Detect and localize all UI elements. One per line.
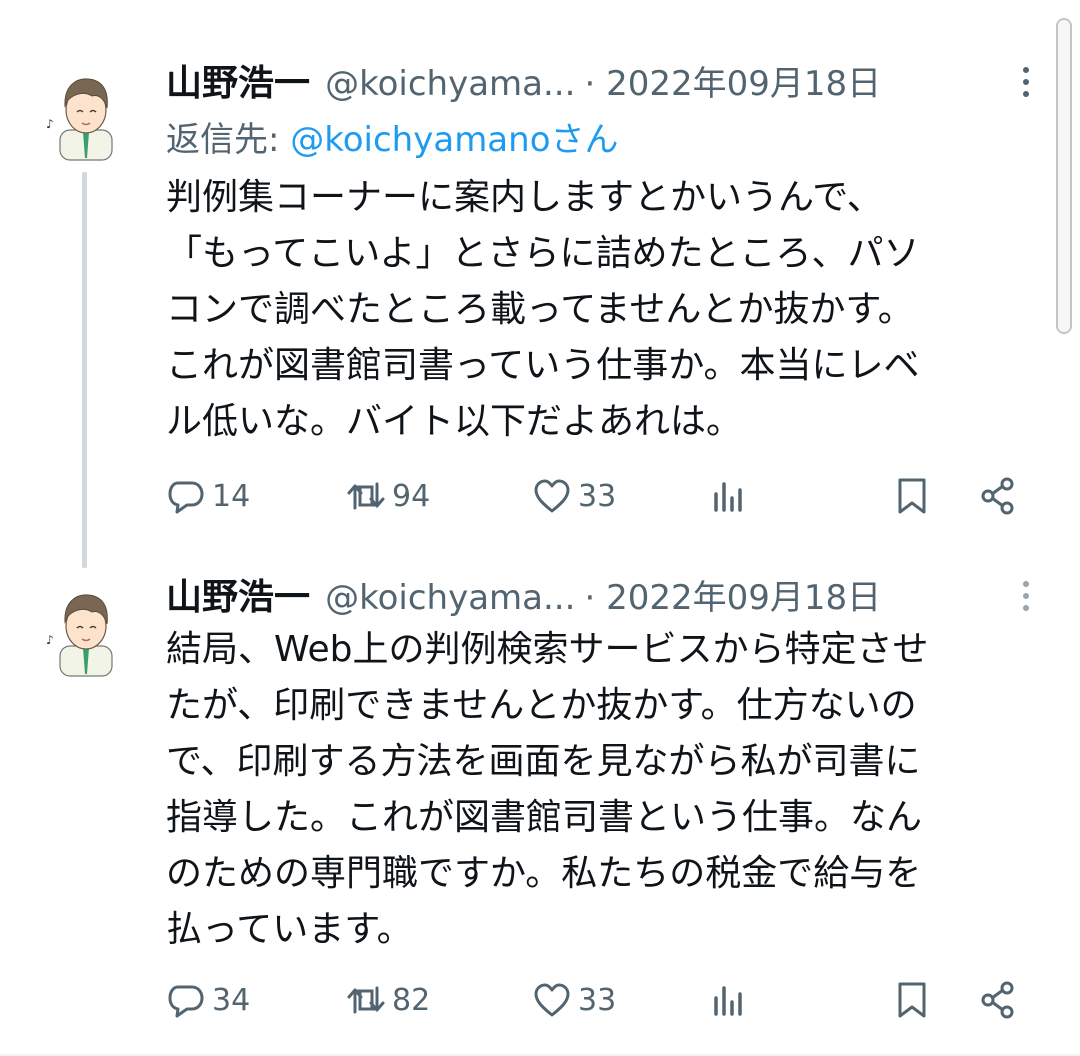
author-name[interactable]: 山野浩一 — [166, 63, 310, 104]
tweet-date[interactable]: · 2022年09月18日 — [585, 64, 882, 104]
bookmark-icon — [898, 982, 926, 1018]
tweet-text-line: 「もってこいよ」とさらに詰めたところ、パソ — [166, 233, 920, 274]
svg-text:♪: ♪ — [46, 633, 54, 647]
reply-count: 34 — [212, 982, 251, 1018]
tweet[interactable]: ♪ 山野浩一 @koichyama... · 2022年09月18日 結局、We… — [0, 560, 1080, 1050]
tweet-text: 判例集コーナーに案内しますとかいうんで、 「もってこいよ」とさらに詰めたところ、… — [166, 170, 1056, 450]
like-button[interactable]: 33 — [532, 466, 616, 526]
svg-text:♪: ♪ — [46, 117, 54, 131]
bar-chart-icon — [714, 482, 742, 512]
like-count: 33 — [578, 478, 617, 514]
reply-to-prefix: 返信先: — [166, 120, 291, 160]
tweet-text-line: たが、印刷できませんとか抜かす。仕方ないの — [166, 685, 917, 726]
bookmark-button[interactable] — [892, 970, 932, 1030]
tweet-text-line: コンで調べたところ載ってませんとか抜かす。 — [166, 289, 914, 330]
tweet-header: 山野浩一 @koichyama... · 2022年09月18日 — [166, 54, 881, 104]
bookmark-button[interactable] — [892, 466, 932, 526]
tweet-text-line: のための専門職ですか。私たちの税金で給与を — [166, 853, 922, 894]
share-icon — [981, 477, 1014, 515]
reply-button[interactable]: 14 — [166, 466, 250, 526]
like-count: 33 — [578, 982, 617, 1018]
views-button[interactable] — [708, 970, 748, 1030]
tweet-text-line: 払っています。 — [166, 909, 413, 950]
share-icon — [981, 981, 1014, 1019]
scrollbar[interactable] — [1056, 18, 1072, 334]
tweet[interactable]: ♪ 山野浩一 @koichyama... · 2022年09月18日 返信先: … — [0, 0, 1080, 568]
tweet-text-line: ル低いな。バイト以下だよあれは。 — [166, 401, 743, 442]
bookmark-icon — [898, 478, 926, 514]
retweet-icon — [347, 482, 385, 510]
speech-bubble-icon — [168, 481, 204, 514]
views-button[interactable] — [708, 466, 748, 526]
thread-connector-line — [82, 172, 87, 568]
like-button[interactable]: 33 — [532, 970, 616, 1030]
reply-button[interactable]: 34 — [166, 970, 250, 1030]
tweet-text-line: 判例集コーナーに案内しますとかいうんで、 — [166, 177, 883, 218]
retweet-count: 82 — [392, 982, 431, 1018]
reply-to-mention[interactable]: @koichyamanoさん — [290, 120, 618, 160]
tweet-date[interactable]: · 2022年09月18日 — [585, 578, 882, 618]
bar-chart-icon — [714, 986, 742, 1016]
vertical-dots-icon[interactable] — [1012, 576, 1040, 616]
retweet-button[interactable]: 94 — [346, 466, 430, 526]
retweet-icon — [347, 986, 385, 1014]
author-name[interactable]: 山野浩一 — [166, 577, 310, 618]
tweet-text-line: 結局、Web上の判例検索サービスから特定させ — [166, 629, 929, 670]
avatar[interactable]: ♪ — [46, 586, 122, 678]
avatar[interactable]: ♪ — [46, 70, 122, 162]
speech-bubble-icon — [168, 985, 204, 1018]
retweet-count: 94 — [392, 478, 431, 514]
heart-icon — [534, 479, 570, 513]
vertical-dots-icon[interactable] — [1012, 62, 1040, 102]
reply-to: 返信先: @koichyamanoさん — [166, 112, 619, 161]
share-button[interactable] — [978, 970, 1018, 1030]
share-button[interactable] — [978, 466, 1018, 526]
author-handle[interactable]: @koichyama... — [325, 64, 575, 104]
tweet-text-line: で、印刷する方法を画面を見ながら私が司書に — [166, 741, 921, 782]
tweet-text-line: これが図書館司書っていう仕事か。本当にレベ — [166, 345, 920, 386]
tweet-actions: 14 94 33 — [166, 466, 1036, 526]
heart-icon — [534, 983, 570, 1017]
tweet-text-line: 指導した。これが図書館司書という仕事。なん — [166, 797, 923, 838]
tweet-actions: 34 82 33 — [166, 970, 1036, 1030]
author-handle[interactable]: @koichyama... — [325, 578, 575, 618]
tweet-text: 結局、Web上の判例検索サービスから特定させ たが、印刷できませんとか抜かす。仕… — [166, 622, 1056, 958]
retweet-button[interactable]: 82 — [346, 970, 430, 1030]
reply-count: 14 — [212, 478, 251, 514]
tweet-header: 山野浩一 @koichyama... · 2022年09月18日 — [166, 568, 881, 618]
